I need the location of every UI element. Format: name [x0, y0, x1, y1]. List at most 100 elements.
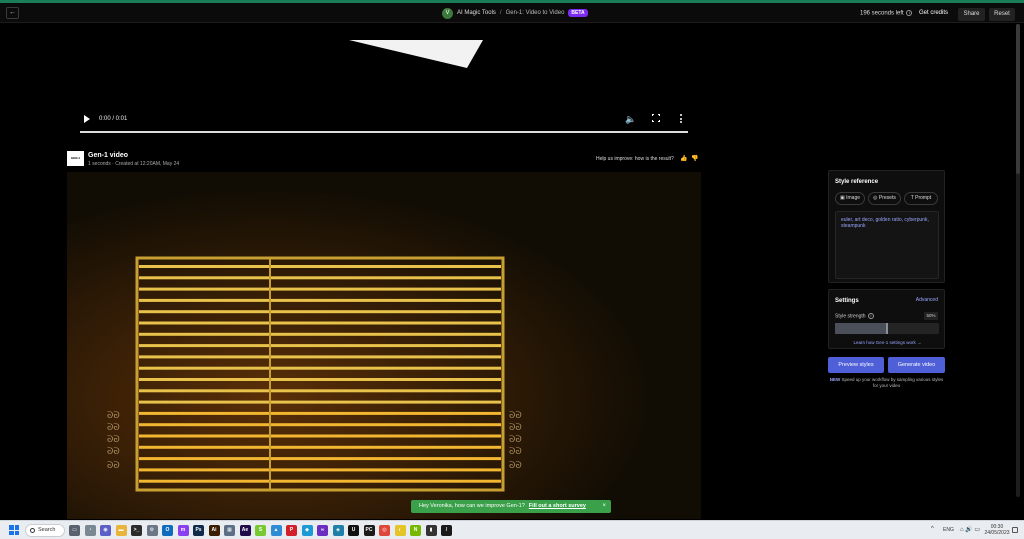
info-icon[interactable]: i	[867, 313, 874, 319]
app-dark-icon[interactable]: ▮	[425, 525, 437, 536]
crumb-separator: /	[499, 10, 502, 16]
chat-icon[interactable]: ◉	[100, 525, 111, 536]
style-reference-panel: Style reference ▣ Image ◎ Presets T Prom…	[828, 170, 945, 283]
glowing-slat	[139, 411, 501, 415]
illustrator-icon[interactable]: Ai	[208, 525, 220, 536]
nvidia-icon[interactable]: N	[410, 525, 421, 536]
seconds-left: 196 seconds left i	[860, 10, 913, 17]
thumbs-up-icon[interactable]: 👍	[680, 155, 687, 162]
prompt-textarea[interactable]: euler, art deco, golden ratio, cyberpunk…	[835, 211, 939, 279]
tab-prompt[interactable]: T Prompt	[904, 192, 938, 205]
advanced-link[interactable]: Advanced	[916, 297, 938, 303]
crumb-current-page: Gen-1: Video to Video	[505, 10, 565, 16]
survey-toast: Hey Veronika, how can we improve Gen-1? F…	[411, 500, 611, 513]
system-tray-icons[interactable]: ⌂ 🔊 ▭	[960, 526, 980, 533]
info-icon[interactable]: i	[906, 10, 913, 16]
unreal-icon[interactable]: U	[348, 525, 359, 536]
glowing-slat	[139, 298, 501, 302]
presets-icon: ◎	[873, 195, 878, 201]
glowing-slat	[139, 287, 501, 291]
output-video[interactable]: ᘐᘐ ᘐᘐ ᘐᘐ ᘐᘐ ᘐᘐ ᘐᘐ ᘐᘐ ᘐᘐ ᘐᘐ ᘐᘐ	[67, 172, 701, 519]
glowing-slat	[139, 479, 501, 483]
taskbar-search[interactable]: Search	[25, 524, 65, 537]
photos-icon[interactable]: ▲	[270, 525, 282, 536]
page-scrollbar[interactable]	[1016, 24, 1020, 497]
get-credits-link[interactable]: Get credits	[919, 10, 948, 16]
svg-text:ᘐᘐ: ᘐᘐ	[107, 423, 120, 433]
svg-text:ᘐᘐ: ᘐᘐ	[509, 461, 522, 471]
style-strength-label: Style strength i	[835, 313, 874, 319]
media-icon[interactable]: ▦	[224, 525, 235, 536]
slider-fill	[835, 323, 887, 334]
survey-link[interactable]: Fill out a short survey	[529, 503, 586, 509]
after-effects-icon[interactable]: Ae	[239, 525, 251, 536]
tab-presets[interactable]: ◎ Presets	[868, 192, 901, 205]
slider-handle[interactable]	[886, 323, 888, 334]
workspace-avatar[interactable]: V	[442, 7, 453, 19]
glowing-slat	[139, 344, 501, 348]
video-progress-bar[interactable]	[80, 131, 688, 133]
clock[interactable]: 00:30 24/05/2023	[984, 524, 1010, 536]
tab-image[interactable]: ▣ Image	[835, 192, 865, 205]
file-explorer-icon[interactable]: ▬	[115, 525, 127, 536]
glowing-slat	[139, 445, 501, 449]
notifications-icon[interactable]	[1012, 527, 1018, 533]
fullscreen-icon[interactable]	[651, 113, 661, 123]
tab-presets-label: Presets	[878, 195, 896, 201]
generate-video-button[interactable]: Generate video	[888, 357, 945, 373]
windows-start-icon[interactable]	[9, 525, 19, 535]
tab-image-label: Image	[846, 195, 861, 201]
search-icon	[30, 528, 35, 533]
glowing-slat	[139, 434, 501, 438]
svg-text:ᘐᘐ: ᘐᘐ	[107, 435, 120, 445]
messenger-icon[interactable]: m	[177, 525, 189, 536]
crumb-ai-magic-tools[interactable]: AI Magic Tools	[457, 10, 496, 16]
preview-styles-button[interactable]: Preview styles	[828, 357, 884, 373]
new-feature-note: NEW Speed up your workflow by sampling v…	[828, 377, 945, 389]
pycharm-icon[interactable]: PC	[363, 525, 375, 536]
outlook-icon[interactable]: O	[162, 525, 173, 536]
chevron-up-icon[interactable]: ^	[931, 526, 934, 532]
back-button[interactable]: ←	[6, 7, 19, 19]
terminal-icon[interactable]: >_	[131, 525, 142, 536]
gen1-logo: GEN-1	[67, 151, 84, 166]
pinterest-icon[interactable]: P	[286, 525, 297, 536]
language-indicator[interactable]: ENG	[943, 527, 954, 533]
settings-icon[interactable]: ⚙	[146, 525, 158, 536]
widgets-icon[interactable]: ◔	[84, 525, 96, 536]
app-teal-icon[interactable]: ◈	[332, 525, 344, 536]
chrome-icon[interactable]: ◎	[379, 525, 390, 536]
settings-title: Settings	[835, 298, 859, 304]
windows-taskbar: Search ▭ ◔ ◉ ▬ >_ ⚙ Om Ps Ai ▦ Ae S ▲ P ◆ ∞ ◈ U PC ◎ ◐ N ▮ / ^ …	[0, 520, 1024, 539]
share-button[interactable]: Share	[958, 8, 985, 21]
more-options-icon[interactable]	[680, 114, 682, 123]
app-s-icon[interactable]: S	[255, 525, 266, 536]
scrollbar-thumb[interactable]	[1016, 24, 1020, 174]
app-yellow-icon[interactable]: ◐	[394, 525, 406, 536]
svg-text:ᘐᘐ: ᘐᘐ	[107, 447, 120, 457]
style-strength-slider[interactable]	[835, 323, 939, 334]
glowing-slat	[139, 366, 501, 370]
seconds-left-text: 196 seconds left	[860, 10, 904, 17]
photoshop-icon[interactable]: Ps	[193, 525, 204, 536]
svg-text:ᘐᘐ: ᘐᘐ	[509, 411, 522, 421]
glowing-slat	[139, 355, 501, 359]
style-strength-value[interactable]: 50%	[924, 312, 938, 320]
runway-icon[interactable]: /	[441, 525, 452, 536]
glowing-slat	[139, 389, 501, 393]
learn-settings-link[interactable]: Learn how Gen-1 settings work →	[829, 340, 946, 345]
reset-button[interactable]: Reset	[989, 8, 1015, 21]
visual-studio-icon[interactable]: ∞	[317, 525, 328, 536]
style-reference-title: Style reference	[835, 179, 879, 185]
volume-icon[interactable]: 🔈	[625, 114, 636, 125]
glowing-slat	[139, 265, 501, 268]
play-icon[interactable]	[84, 115, 90, 123]
task-view-icon[interactable]: ▭	[69, 525, 80, 536]
app-blue-icon[interactable]: ◆	[301, 525, 313, 536]
taskbar-search-label: Search	[38, 527, 56, 533]
thumbs-down-icon[interactable]: 👎	[691, 155, 698, 162]
image-icon: ▣	[839, 195, 845, 201]
new-tag: NEW	[829, 377, 841, 382]
glowing-slat	[139, 310, 501, 314]
close-icon[interactable]: ×	[602, 500, 606, 513]
